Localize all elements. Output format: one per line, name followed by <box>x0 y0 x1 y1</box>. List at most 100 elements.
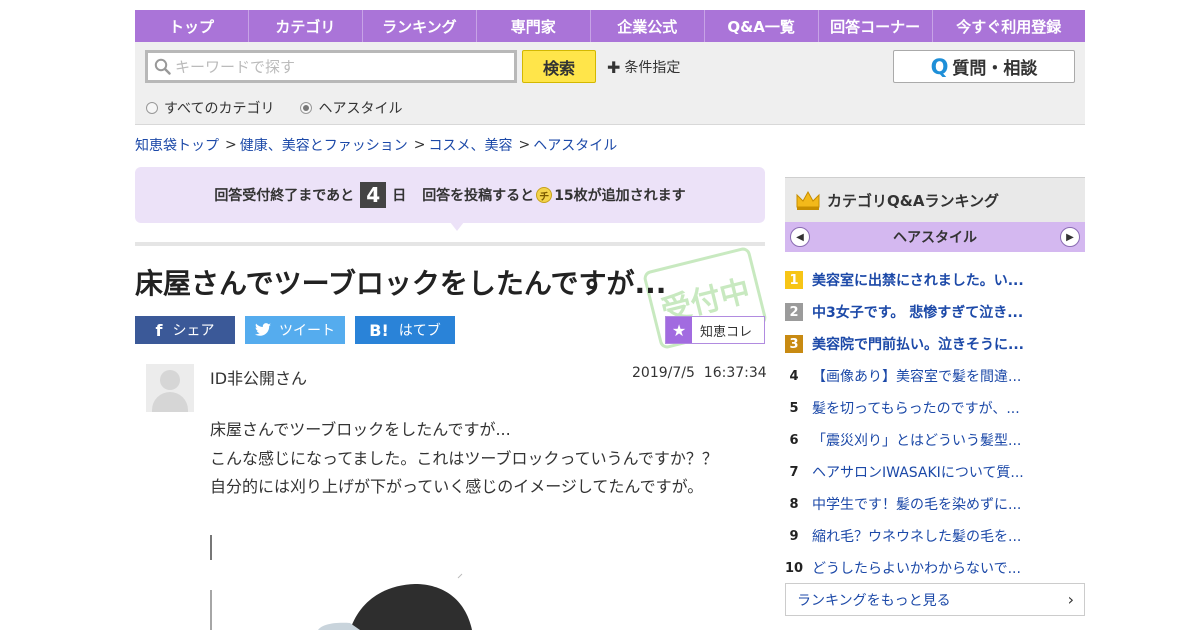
search-scope: すべてのカテゴリ ヘアスタイル <box>146 98 428 118</box>
breadcrumb-link[interactable]: ヘアスタイル <box>533 135 617 155</box>
nav-experts[interactable]: 専門家 <box>475 10 590 42</box>
rank-number: 6 <box>789 432 799 448</box>
question-timestamp: 2019/7/5 16:37:34 <box>632 365 767 381</box>
scope-all-radio[interactable]: すべてのカテゴリ <box>146 98 274 118</box>
ranking-item[interactable]: 2 中3女子です。 悲惨すぎて泣き... <box>785 296 1085 328</box>
plus-icon: ✚ <box>607 57 621 77</box>
days-remaining-badge: 4 <box>360 182 387 208</box>
ranking-item-text: 美容院で門前払い。泣きそうに... <box>812 337 1024 353</box>
hatena-bookmark-button[interactable]: B! はてブ <box>355 316 455 344</box>
chevron-right-icon: › <box>1067 590 1074 609</box>
ranking-category-label: ヘアスタイル <box>893 230 977 246</box>
breadcrumb-separator: > <box>413 137 426 153</box>
scope-current-label: ヘアスタイル <box>318 101 403 117</box>
search-button[interactable]: 検索 <box>522 50 596 83</box>
breadcrumb-link[interactable]: 健康、美容とファッション <box>240 135 408 155</box>
nav-answer-corner[interactable]: 回答コーナー <box>817 10 932 42</box>
ranking-more-label: ランキングをもっと見る <box>797 592 951 609</box>
star-icon: ★ <box>666 317 692 343</box>
ask-question-label: 質問・相談 <box>952 59 1038 79</box>
breadcrumb-separator: > <box>518 137 531 153</box>
notice-days-unit: 日 <box>392 188 407 204</box>
radio-checked-icon <box>300 102 313 114</box>
ranking-item[interactable]: 3 美容院で門前払い。泣きそうに... <box>785 328 1085 360</box>
ranking-item-text: ヘアサロンIWASAKIについて質... <box>812 465 1024 481</box>
q-logo-icon: Q <box>930 54 949 79</box>
global-nav: トップ カテゴリ ランキング 専門家 企業公式 Q&A一覧 回答コーナー 今すぐ… <box>135 10 1085 42</box>
question-author: ID非公開さん <box>210 369 308 388</box>
ranking-item-text: 中3女子です。 悲惨すぎて泣き... <box>812 305 1024 321</box>
nav-official[interactable]: 企業公式 <box>589 10 704 42</box>
rank-number: 1 <box>785 271 803 289</box>
nav-top[interactable]: トップ <box>135 10 248 42</box>
question-title: 床屋さんでツーブロックをしたんですが... <box>135 267 667 300</box>
rank-number: 2 <box>785 303 803 321</box>
search-box <box>145 50 517 83</box>
search-input[interactable] <box>175 57 495 76</box>
ranking-item-text: 美容室に出禁にされました。い... <box>812 273 1024 289</box>
ranking-item-text: 中学生です！髪の毛を染めずに... <box>812 497 1022 513</box>
ranking-item-text: 縮れ毛？ウネウネした髪の毛を... <box>812 529 1022 545</box>
twitter-share-button[interactable]: ツイート <box>245 316 345 344</box>
breadcrumb-link[interactable]: コスメ、美容 <box>428 135 512 155</box>
ranking-item-text: 【画像あり】美容室で髪を間違... <box>812 369 1022 385</box>
ranking-item-text: 「震災刈り」とはどういう髪型... <box>812 433 1022 449</box>
question-body: 床屋さんでツーブロックをしたんですが... こんな感じになってました。これはツー… <box>210 416 718 502</box>
avatar-body <box>152 392 188 412</box>
nav-register[interactable]: 今すぐ利用登録 <box>931 10 1085 42</box>
breadcrumb: 知恵袋トップ > 健康、美容とファッション > コスメ、美容 > ヘアスタイル <box>135 135 617 155</box>
chiekore-label: 知恵コレ <box>700 324 753 340</box>
ranking-item[interactable]: 10 どうしたらよいかわからないで... <box>785 552 1085 584</box>
chiekore-button[interactable]: ★ 知恵コレ <box>665 316 765 344</box>
image-frame-edge <box>210 535 212 561</box>
avatar-head <box>160 370 180 390</box>
condition-toggle[interactable]: ✚ 条件指定 <box>607 57 680 77</box>
rank-number: 10 <box>784 560 804 576</box>
radio-unchecked-icon <box>146 102 158 114</box>
question-time: 16:37:34 <box>703 365 767 381</box>
hatena-bookmark-icon: B! <box>369 320 389 340</box>
nav-category[interactable]: カテゴリ <box>247 10 362 42</box>
ranking-title: カテゴリQ&Aランキング <box>827 191 999 210</box>
ranking-item[interactable]: 1 美容室に出禁にされました。い... <box>785 264 1085 296</box>
ranking-item-text: 髪を切ってもらったのですが、... <box>812 401 1020 417</box>
crown-icon <box>796 190 820 210</box>
chie-coin-icon: チ <box>536 187 553 203</box>
nav-ranking[interactable]: ランキング <box>361 10 476 42</box>
facebook-icon: f <box>155 320 163 340</box>
breadcrumb-link[interactable]: 知恵袋トップ <box>135 135 219 155</box>
search-area: 検索 ✚ 条件指定 Q 質問・相談 すべてのカテゴリ ヘアスタイル <box>135 42 1085 125</box>
chevron-left-icon[interactable]: ◀ <box>790 227 810 247</box>
ranking-list: 1 美容室に出禁にされました。い... 2 中3女子です。 悲惨すぎて泣き...… <box>785 264 1085 584</box>
question-photo[interactable] <box>210 560 530 630</box>
notice-text: 回答受付終了まであと <box>214 188 355 204</box>
ranking-more-link[interactable]: ランキングをもっと見る › <box>785 583 1085 616</box>
ranking-item-text: どうしたらよいかわからないで... <box>812 561 1021 577</box>
facebook-share-button[interactable]: f シェア <box>135 316 235 344</box>
ranking-item[interactable]: 4 【画像あり】美容室で髪を間違... <box>785 360 1085 392</box>
question-date: 2019/7/5 <box>632 365 695 381</box>
notice-pointer <box>450 222 464 231</box>
ranking-header: カテゴリQ&Aランキング <box>785 177 1085 222</box>
nav-qa-list[interactable]: Q&A一覧 <box>703 10 818 42</box>
rank-number: 4 <box>789 368 799 384</box>
condition-label: 条件指定 <box>624 60 681 76</box>
breadcrumb-separator: > <box>225 137 237 153</box>
question-body-line: 自分的には刈り上げが下がっていく感じのイメージしてたんですが。 <box>210 477 704 496</box>
ranking-item[interactable]: 8 中学生です！髪の毛を染めずに... <box>785 488 1085 520</box>
ranking-item[interactable]: 5 髪を切ってもらったのですが、... <box>785 392 1085 424</box>
scope-current-radio[interactable]: ヘアスタイル <box>300 98 402 118</box>
answer-deadline-notice: 回答受付終了まであと 4 日 回答を投稿すると チ 15枚が追加されます <box>135 167 765 223</box>
twitter-share-label: ツイート <box>279 323 335 339</box>
notice-coins-text: 15枚が追加されます <box>554 188 686 204</box>
ranking-item[interactable]: 6 「震災刈り」とはどういう髪型... <box>785 424 1085 456</box>
ask-question-button[interactable]: Q 質問・相談 <box>893 50 1075 83</box>
twitter-bird-icon <box>255 323 271 336</box>
ranking-item[interactable]: 7 ヘアサロンIWASAKIについて質... <box>785 456 1085 488</box>
ranking-category-bar: ◀ ヘアスタイル ▶ <box>785 222 1085 252</box>
chevron-right-icon[interactable]: ▶ <box>1060 227 1080 247</box>
rank-number: 7 <box>789 464 799 480</box>
ranking-item[interactable]: 9 縮れ毛？ウネウネした髪の毛を... <box>785 520 1085 552</box>
scope-all-label: すべてのカテゴリ <box>164 101 275 117</box>
avatar <box>146 364 194 412</box>
